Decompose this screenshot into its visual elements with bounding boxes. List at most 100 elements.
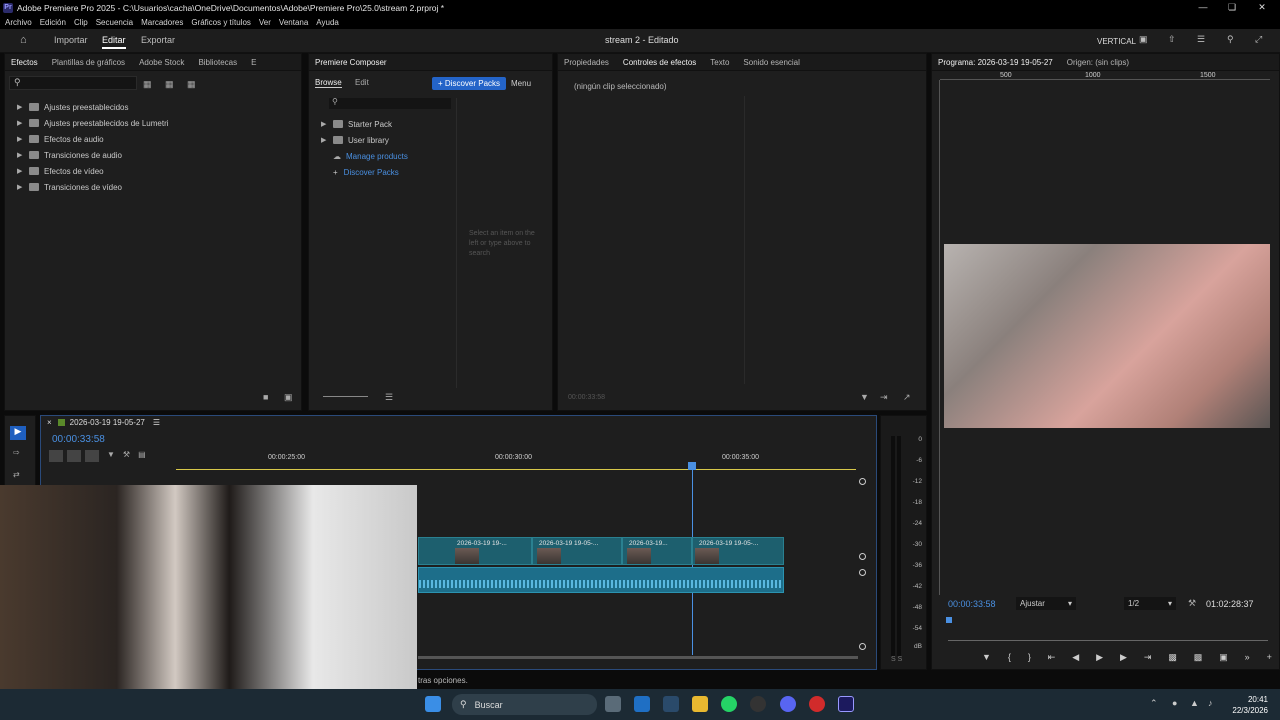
marker-icon[interactable]: ▼ (107, 450, 115, 462)
wrench-icon[interactable]: ⚒ (1188, 598, 1196, 609)
source-title[interactable]: Origen: (sin clips) (1067, 58, 1129, 67)
tab-plantillas[interactable]: Plantillas de gráficos (52, 58, 125, 67)
wifi-icon[interactable]: ▲ (1190, 698, 1199, 708)
discover-packs-link[interactable]: + Discover Packs (309, 164, 454, 180)
mic-icon[interactable]: ● (1172, 698, 1177, 708)
discover-packs-button[interactable]: + Discover Packs (432, 77, 507, 90)
ripple-edit-icon[interactable]: ⇄ (13, 470, 20, 479)
search-icon[interactable]: ⚲ (1227, 34, 1234, 45)
composer-title[interactable]: Premiere Composer (315, 58, 387, 67)
captions-icon[interactable]: ▤ (138, 450, 146, 462)
mark-out-icon[interactable]: } (1028, 652, 1031, 663)
program-scrubber[interactable] (948, 640, 1268, 641)
effects-search-input[interactable]: ⚲ (9, 76, 137, 90)
tree-item-user-library[interactable]: ▶ User library (309, 132, 454, 148)
solo-buttons[interactable]: S S (891, 656, 902, 663)
zoom-slider[interactable] (323, 396, 368, 397)
discord-icon[interactable] (780, 696, 796, 712)
panel-icon[interactable]: ▣ (1139, 34, 1148, 45)
selection-tool-icon[interactable]: ▶ (10, 426, 26, 440)
quality-select[interactable]: 1/2 ▾ (1124, 597, 1176, 610)
play-icon[interactable]: ▶ (1096, 652, 1103, 663)
list-icon[interactable]: ☰ (1197, 34, 1205, 45)
close-icon[interactable]: ✕ (1246, 0, 1278, 15)
tab-sonido-esencial[interactable]: Sonido esencial (743, 58, 799, 67)
video-clip[interactable]: 2026-03-19 19-05-... (532, 537, 622, 565)
tab-e[interactable]: E (251, 58, 256, 67)
linked-icon[interactable] (85, 450, 99, 462)
playhead-marker[interactable] (946, 617, 952, 623)
maximize-icon[interactable]: ❏ (1216, 0, 1248, 15)
edit-tab[interactable]: Editar (102, 35, 126, 49)
track-handle[interactable] (859, 569, 866, 576)
steam-icon[interactable] (663, 696, 679, 712)
home-icon[interactable]: ⌂ (20, 34, 27, 46)
export-icon[interactable]: ⇥ (880, 392, 888, 403)
overwrite-icon[interactable]: ▩ (1194, 652, 1203, 663)
yuv-icon[interactable]: ▦ (187, 79, 196, 90)
file-explorer-icon[interactable] (692, 696, 708, 712)
tab-adobe-stock[interactable]: Adobe Stock (139, 58, 184, 67)
premiere-taskbar-icon[interactable] (838, 696, 854, 712)
tree-item-audio-transitions[interactable]: ▶ Transiciones de audio (5, 147, 295, 163)
mark-in-icon[interactable]: { (1008, 652, 1011, 663)
timeline-tab[interactable]: × 2026-03-19 19-05-27 ☰ (47, 418, 160, 427)
video-clip[interactable]: 2026-03-19 19-05-... (692, 537, 784, 565)
taskbar-clock[interactable]: 20:41 22/3/2026 (1228, 694, 1268, 716)
minimize-icon[interactable]: — (1187, 0, 1219, 15)
32bit-icon[interactable]: ▦ (165, 79, 174, 90)
more-icon[interactable]: » (1245, 652, 1250, 663)
trash-icon[interactable]: ▣ (284, 392, 293, 403)
opera-icon[interactable] (809, 696, 825, 712)
menu-marcadores[interactable]: Marcadores (141, 18, 183, 27)
menu-clip[interactable]: Clip (74, 18, 88, 27)
program-timecode[interactable]: 00:00:33:58 (948, 599, 996, 609)
composer-menu[interactable]: Menu (511, 79, 531, 88)
tab-bibliotecas[interactable]: Bibliotecas (198, 58, 237, 67)
task-view-icon[interactable] (605, 696, 621, 712)
step-back-icon[interactable]: ◀ (1072, 652, 1079, 663)
export-tab[interactable]: Exportar (141, 35, 175, 45)
video-clip[interactable]: 2026-03-19 19-... (418, 537, 532, 565)
tree-item-video-effects[interactable]: ▶ Efectos de vídeo (5, 163, 295, 179)
menu-ayuda[interactable]: Ayuda (316, 18, 339, 27)
outlook-icon[interactable] (634, 696, 650, 712)
tab-propiedades[interactable]: Propiedades (564, 58, 609, 67)
audio-clip[interactable] (418, 567, 784, 593)
tree-item-audio-effects[interactable]: ▶ Efectos de audio (5, 131, 295, 147)
snap-icon[interactable] (49, 450, 63, 462)
windows-start-icon[interactable] (425, 696, 441, 712)
add-icon[interactable]: + (1267, 652, 1272, 663)
taskbar-search[interactable]: ⚲ Buscar (452, 694, 597, 715)
insert-icon[interactable]: ▩ (1168, 652, 1177, 663)
fullscreen-icon[interactable]: ⤢ (1255, 34, 1262, 45)
step-forward-icon[interactable]: ▶ (1120, 652, 1127, 663)
timeline-scrollbar[interactable] (418, 656, 858, 659)
new-bin-icon[interactable]: ■ (263, 392, 268, 402)
share-icon[interactable]: ↗ (903, 392, 911, 403)
video-clip[interactable]: 2026-03-19... (622, 537, 692, 565)
menu-ver[interactable]: Ver (259, 18, 271, 27)
program-video-frame[interactable] (944, 244, 1270, 428)
track-handle[interactable] (859, 478, 866, 485)
tree-item-video-transitions[interactable]: ▶ Transiciones de vídeo (5, 179, 295, 195)
manage-products-link[interactable]: ☁ Manage products (309, 148, 454, 164)
tree-item-presets[interactable]: ▶ Ajustes preestablecidos (5, 99, 295, 115)
timeline-ruler[interactable]: 00:00:25:00 00:00:30:00 00:00:35:00 (176, 452, 856, 470)
composer-search-input[interactable]: ⚲ (329, 97, 451, 109)
menu-edicion[interactable]: Edición (40, 18, 66, 27)
fit-select[interactable]: Ajustar ▾ (1016, 597, 1076, 610)
program-title[interactable]: Programa: 2026-03-19 19-05-27 (938, 58, 1053, 67)
marker-icon[interactable]: ▼ (982, 652, 991, 663)
tray-chevron-icon[interactable]: ⌃ (1150, 698, 1158, 709)
track-handle[interactable] (859, 553, 866, 560)
track-select-icon[interactable]: ⇨ (13, 448, 20, 457)
tree-item-lumetri[interactable]: ▶ Ajustes preestablecidos de Lumetri (5, 115, 295, 131)
wrench-icon[interactable]: ⚒ (123, 450, 130, 462)
magnet-icon[interactable] (67, 450, 81, 462)
track-handle[interactable] (859, 643, 866, 650)
tab-texto[interactable]: Texto (710, 58, 729, 67)
tab-efectos[interactable]: Efectos (11, 58, 38, 67)
menu-secuencia[interactable]: Secuencia (96, 18, 133, 27)
accelerated-icon[interactable]: ▦ (143, 79, 152, 90)
